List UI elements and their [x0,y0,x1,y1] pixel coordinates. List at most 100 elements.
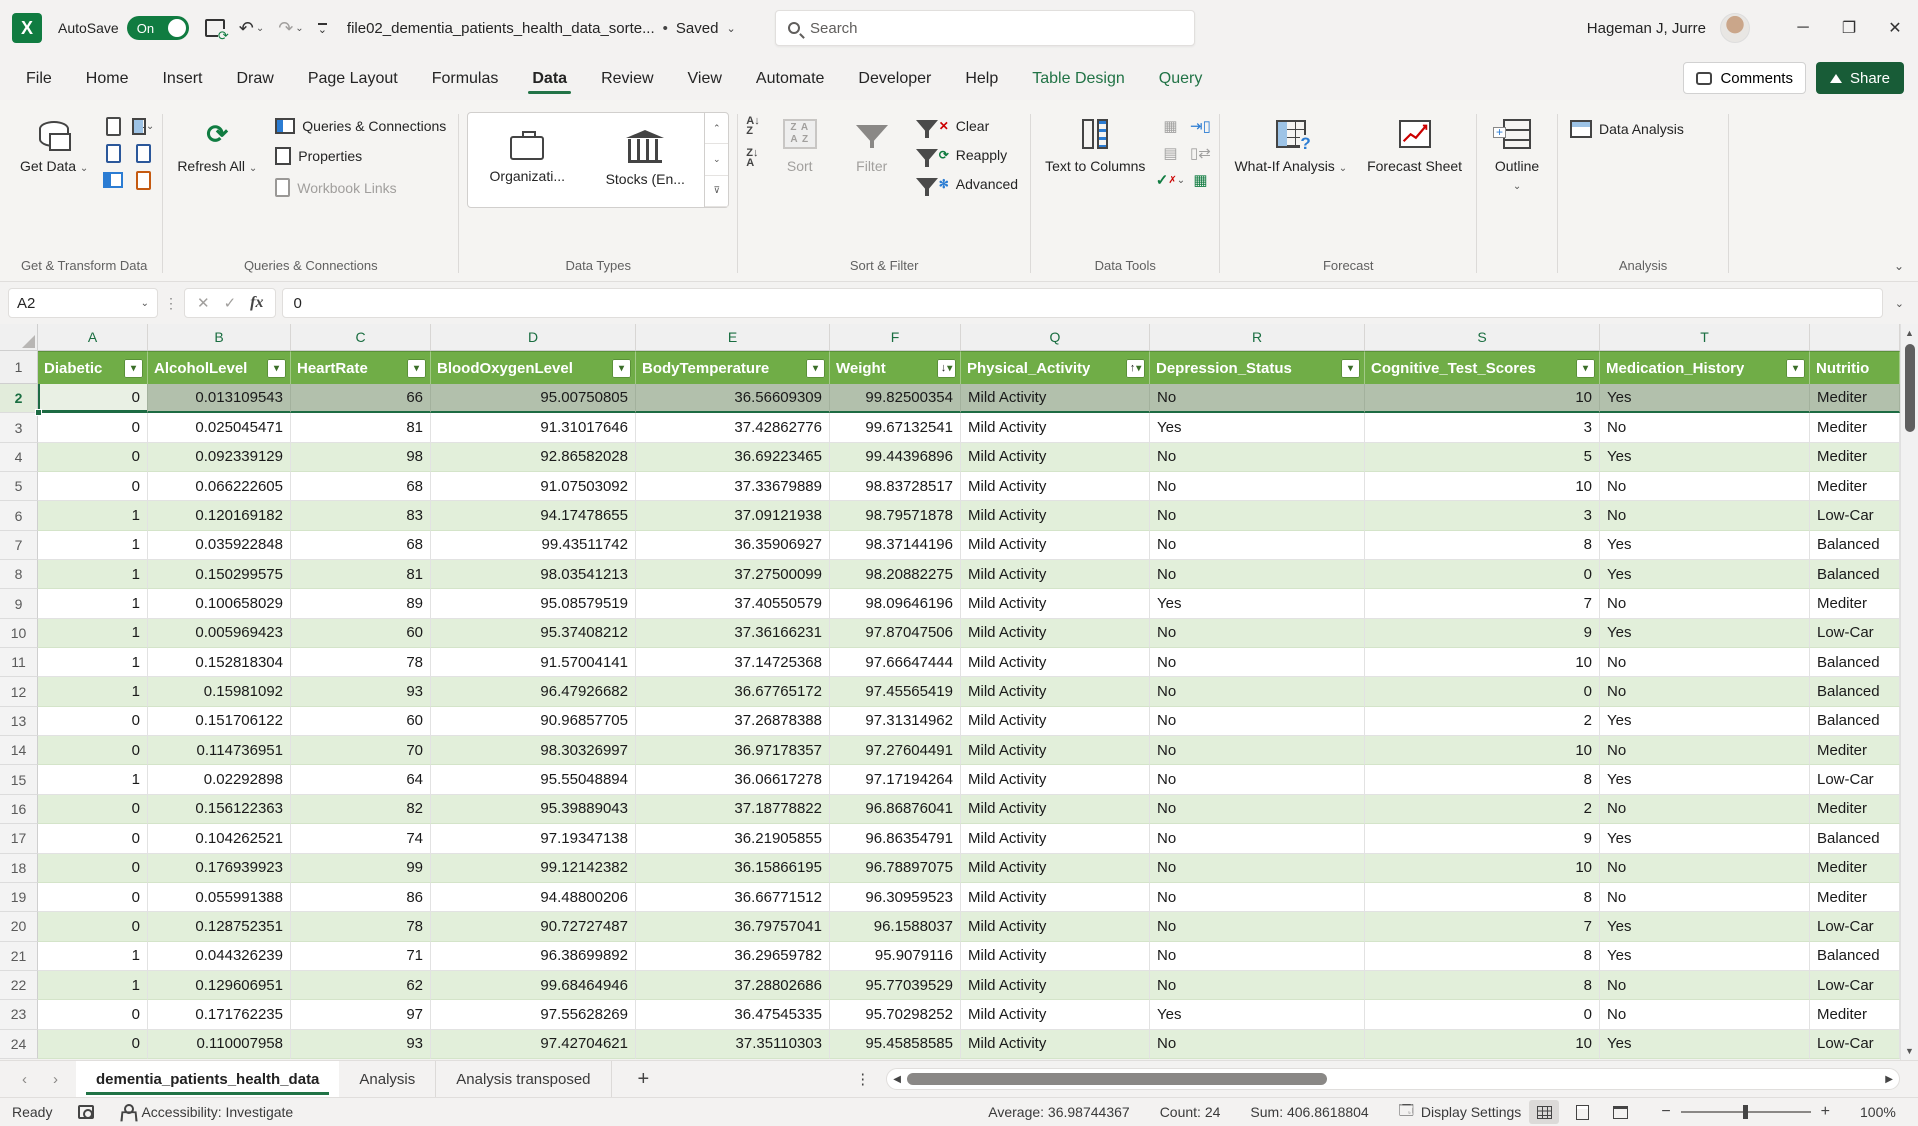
row-header-15[interactable]: 15 [0,765,38,794]
cell[interactable]: 0.15981092 [148,677,291,706]
cell[interactable]: Mild Activity [961,971,1150,1000]
cell[interactable]: 68 [291,472,431,501]
cell[interactable]: Low-Car [1810,501,1900,530]
cell[interactable]: 0 [38,384,148,413]
cell[interactable]: 99.67132541 [830,413,961,442]
cell[interactable]: 36.66771512 [636,883,830,912]
undo-icon[interactable]: ↶⌄ [239,18,264,39]
cell[interactable]: 1 [38,648,148,677]
filter-dropdown-icon[interactable]: ▾ [1786,359,1805,378]
cell[interactable]: 90.72727487 [431,912,636,941]
cell[interactable]: 36.67765172 [636,677,830,706]
cell[interactable]: Balanced [1810,824,1900,853]
cancel-entry-icon[interactable]: ✕ [197,294,210,312]
cell[interactable]: 8 [1365,883,1600,912]
table-header-bloodoxygenlevel[interactable]: BloodOxygenLevel▾ [431,351,636,384]
cell[interactable]: 2 [1365,707,1600,736]
search-input[interactable]: Search [775,10,1195,46]
row-header-17[interactable]: 17 [0,824,38,853]
data-validation-icon[interactable]: ✓✗⌄ [1159,170,1181,190]
clear-filter-button[interactable]: ✕ Clear [912,116,1022,136]
row-header-9[interactable]: 9 [0,589,38,618]
cell[interactable]: Yes [1150,1000,1365,1029]
cell[interactable]: Balanced [1810,531,1900,560]
document-title[interactable]: file02_dementia_patients_health_data_sor… [347,20,736,37]
from-picture-icon[interactable]: ⌄ [132,116,154,136]
cell[interactable]: No [1150,971,1365,1000]
cell[interactable]: 95.39889043 [431,795,636,824]
sheet-tab-analysis[interactable]: Analysis [339,1061,436,1097]
saved-status-chevron-icon[interactable]: ⌄ [726,22,735,35]
sort-descending-button[interactable]: Z↓A [746,148,759,168]
cell[interactable]: Yes [1600,560,1810,589]
row-header-21[interactable]: 21 [0,942,38,971]
cell[interactable]: 99.43511742 [431,531,636,560]
filter-dropdown-icon[interactable]: ↑▾ [1126,359,1145,378]
cell[interactable]: 0.02292898 [148,765,291,794]
cell[interactable]: 95.08579519 [431,589,636,618]
sheet-tab-analysis-transposed[interactable]: Analysis transposed [436,1061,611,1097]
row-header-20[interactable]: 20 [0,912,38,941]
row-header-2[interactable]: 2 [0,384,38,413]
cell[interactable]: 9 [1365,824,1600,853]
cell[interactable]: 97.55628269 [431,1000,636,1029]
cell[interactable]: Yes [1600,384,1810,413]
cell[interactable]: 36.06617278 [636,765,830,794]
cell[interactable]: 98.79571878 [830,501,961,530]
cell[interactable]: Mediter [1810,795,1900,824]
restore-button[interactable]: ❐ [1826,0,1872,56]
outline-button[interactable]: Outline⌄ [1485,108,1549,195]
cell[interactable]: Yes [1600,824,1810,853]
cell[interactable]: 36.29659782 [636,942,830,971]
cell[interactable]: 97.17194264 [830,765,961,794]
cell[interactable]: 98.20882275 [830,560,961,589]
cell[interactable]: Yes [1150,413,1365,442]
cell[interactable]: Mediter [1810,854,1900,883]
cell[interactable]: 62 [291,971,431,1000]
cell[interactable]: Yes [1600,1030,1810,1059]
table-header-physical_activity[interactable]: Physical_Activity↑▾ [961,351,1150,384]
cell[interactable]: 99.82500354 [830,384,961,413]
macro-record-icon[interactable] [78,1105,94,1119]
cell[interactable]: 0.176939923 [148,854,291,883]
accessibility-status[interactable]: Accessibility: Investigate [120,1104,293,1120]
cell[interactable]: 36.69223465 [636,443,830,472]
cell[interactable]: Mediter [1810,472,1900,501]
cell[interactable]: 1 [38,589,148,618]
cell[interactable]: 37.09121938 [636,501,830,530]
cell[interactable]: Mild Activity [961,707,1150,736]
cell[interactable]: Low-Car [1810,619,1900,648]
cell[interactable]: 96.30959523 [830,883,961,912]
cell[interactable]: Mild Activity [961,942,1150,971]
manage-data-model-icon[interactable]: ▦ [1189,170,1211,190]
cell[interactable]: No [1150,765,1365,794]
cell[interactable]: 10 [1365,1030,1600,1059]
cell[interactable]: Yes [1600,912,1810,941]
cell[interactable]: Mild Activity [961,443,1150,472]
cell[interactable]: 99.68464946 [431,971,636,1000]
tab-file[interactable]: File [26,60,52,96]
cell[interactable]: Balanced [1810,942,1900,971]
row-header-24[interactable]: 24 [0,1030,38,1059]
cell[interactable]: 66 [291,384,431,413]
cell[interactable]: No [1150,560,1365,589]
cell[interactable]: 36.56609309 [636,384,830,413]
cell[interactable]: 0 [1365,677,1600,706]
cell[interactable]: No [1150,707,1365,736]
share-button[interactable]: Share [1816,62,1904,94]
cell[interactable]: 74 [291,824,431,853]
cell[interactable]: 0.066222605 [148,472,291,501]
remove-duplicates-icon[interactable]: ▤ [1159,143,1181,163]
sheet-tab-dementia_patients_health_data[interactable]: dementia_patients_health_data [76,1061,339,1097]
consolidate-icon[interactable]: ⇥▯ [1189,116,1211,136]
cell[interactable]: 0.150299575 [148,560,291,589]
vertical-scrollbar[interactable]: ▲ ▼ [1900,324,1918,1060]
zoom-in-icon[interactable]: + [1821,1103,1830,1121]
cell[interactable]: 98 [291,443,431,472]
cell[interactable]: No [1150,854,1365,883]
cell[interactable]: No [1600,971,1810,1000]
new-sheet-button[interactable]: + [612,1061,676,1097]
cell[interactable]: Mild Activity [961,765,1150,794]
cell[interactable]: Mild Activity [961,736,1150,765]
cell[interactable]: 36.79757041 [636,912,830,941]
